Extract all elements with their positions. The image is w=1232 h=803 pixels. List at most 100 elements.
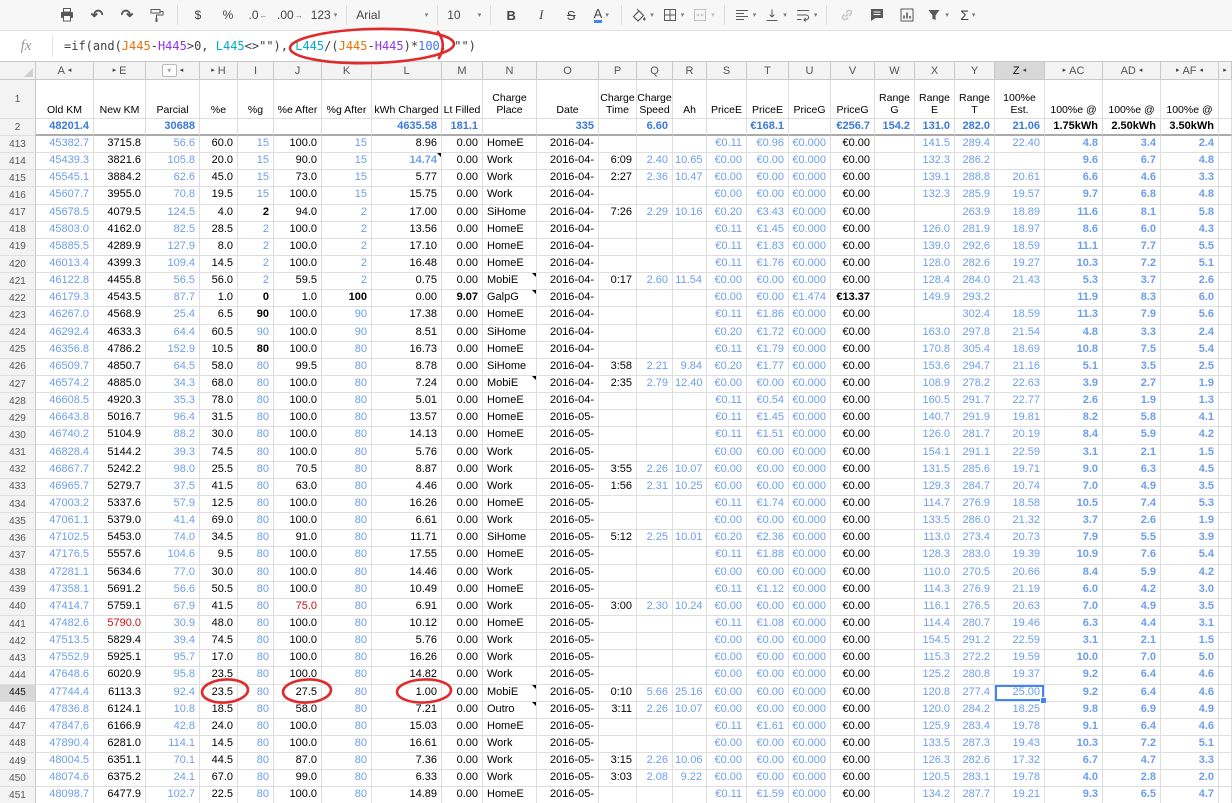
cell[interactable]: 4.9 (1161, 702, 1219, 719)
cell[interactable]: 5.9 (1103, 427, 1161, 444)
cell[interactable]: 0.00 (442, 462, 483, 479)
cell[interactable]: 5:12 (599, 530, 637, 547)
cell[interactable] (673, 736, 707, 753)
cell[interactable]: 80 (238, 530, 274, 547)
cell[interactable]: 2016-05-12 (537, 650, 599, 667)
cell[interactable] (1219, 667, 1232, 684)
cell[interactable]: 9.2 (1045, 685, 1103, 702)
cell[interactable]: 68.0 (200, 376, 238, 393)
cell[interactable]: 73.0 (274, 170, 322, 187)
cell[interactable]: 80 (238, 736, 274, 753)
hidden-columns-icon[interactable]: ◂ (180, 67, 184, 74)
cell[interactable] (1219, 445, 1232, 462)
cell[interactable] (875, 273, 915, 290)
cell[interactable] (875, 393, 915, 410)
cell[interactable]: €0.00 (707, 273, 747, 290)
cell[interactable]: 4.6 (1161, 667, 1219, 684)
cell[interactable]: 276.9 (955, 582, 995, 599)
cell[interactable]: 100.0 (274, 787, 322, 803)
cell[interactable]: 47552.9 (36, 650, 94, 667)
cell[interactable]: 75.0 (274, 599, 322, 616)
cell[interactable]: 5829.4 (94, 633, 146, 650)
cell[interactable]: 2.40 (637, 153, 673, 170)
cell[interactable]: 6375.2 (94, 770, 146, 787)
cell[interactable]: 21.16 (995, 359, 1045, 376)
cell[interactable]: €1.74 (747, 496, 789, 513)
cell[interactable]: 132.3 (915, 187, 955, 204)
totals-cell[interactable]: 48201.4 (36, 119, 94, 136)
cell[interactable]: 11.54 (673, 273, 707, 290)
cell[interactable] (673, 307, 707, 324)
cell[interactable]: €0.000 (789, 599, 831, 616)
cell[interactable]: 120.5 (915, 770, 955, 787)
cell[interactable] (1219, 582, 1232, 599)
cell[interactable]: 11.71 (372, 530, 442, 547)
cell[interactable]: 30.9 (146, 616, 200, 633)
cell[interactable]: 3.1 (1161, 616, 1219, 633)
cell[interactable]: €1.88 (747, 547, 789, 564)
cell[interactable]: 18.58 (995, 496, 1045, 513)
cell[interactable]: 100.0 (274, 633, 322, 650)
cell[interactable]: 20.0 (200, 153, 238, 170)
cell[interactable]: 2 (238, 273, 274, 290)
cell[interactable]: SiHome (483, 359, 537, 376)
cell[interactable]: €0.000 (789, 616, 831, 633)
totals-cell[interactable]: 30688 (146, 119, 200, 136)
cell[interactable]: 3:11 (599, 702, 637, 719)
cell[interactable]: €0.00 (707, 736, 747, 753)
cell[interactable]: €0.00 (831, 325, 875, 342)
cell[interactable]: 114.7 (915, 496, 955, 513)
cell[interactable]: 80 (322, 787, 372, 803)
cell[interactable]: 80 (238, 547, 274, 564)
cell[interactable]: 115.3 (915, 650, 955, 667)
cell[interactable]: 88.2 (146, 427, 200, 444)
column-header-T[interactable]: T (747, 62, 789, 80)
totals-cell[interactable]: €168.1 (747, 119, 789, 136)
cell[interactable]: Work (483, 650, 537, 667)
cell[interactable]: €0.00 (747, 376, 789, 393)
cell[interactable]: 47414.7 (36, 599, 94, 616)
cell[interactable] (1219, 325, 1232, 342)
cell[interactable]: 3821.6 (94, 153, 146, 170)
cell[interactable]: 46013.4 (36, 256, 94, 273)
cell[interactable] (875, 599, 915, 616)
header-cell[interactable]: New KM (94, 80, 146, 119)
cell[interactable]: 80 (238, 650, 274, 667)
cell[interactable]: 17.55 (372, 547, 442, 564)
cell[interactable]: 80 (238, 685, 274, 702)
cell[interactable]: 41.5 (200, 599, 238, 616)
cell[interactable]: 2.26 (637, 753, 673, 770)
cell[interactable]: 34.3 (146, 376, 200, 393)
cell[interactable] (875, 530, 915, 547)
cell[interactable]: €0.00 (831, 239, 875, 256)
cell[interactable] (1219, 273, 1232, 290)
cell[interactable]: 5379.0 (94, 513, 146, 530)
cell[interactable]: 5104.9 (94, 427, 146, 444)
cell[interactable]: 0.00 (442, 582, 483, 599)
header-cell[interactable]: %e (200, 80, 238, 119)
insert-link-button[interactable] (832, 3, 862, 27)
cell[interactable]: 9.0 (1045, 462, 1103, 479)
cell[interactable]: €0.00 (831, 582, 875, 599)
cell[interactable]: 10.07 (673, 462, 707, 479)
cell[interactable]: 80 (322, 496, 372, 513)
cell[interactable]: Work (483, 153, 537, 170)
cell[interactable]: 63.0 (274, 479, 322, 496)
cell[interactable]: 80 (322, 565, 372, 582)
cell[interactable]: 80 (238, 376, 274, 393)
cell[interactable]: 80 (238, 633, 274, 650)
cell[interactable]: 284.2 (955, 702, 995, 719)
cell[interactable]: 2016-05-03 (537, 427, 599, 444)
header-cell[interactable]: %g (238, 80, 274, 119)
cell[interactable]: 2 (238, 256, 274, 273)
cell[interactable]: €0.00 (707, 376, 747, 393)
cell[interactable]: 80 (322, 582, 372, 599)
cell[interactable]: 134.2 (915, 787, 955, 803)
cell[interactable]: €0.000 (789, 205, 831, 222)
cell[interactable]: 4455.8 (94, 273, 146, 290)
bold-button[interactable]: B (496, 3, 526, 27)
cell[interactable] (875, 565, 915, 582)
cell[interactable]: 6.0 (1045, 582, 1103, 599)
cell[interactable]: €1.45 (747, 410, 789, 427)
cell[interactable]: €0.00 (831, 393, 875, 410)
